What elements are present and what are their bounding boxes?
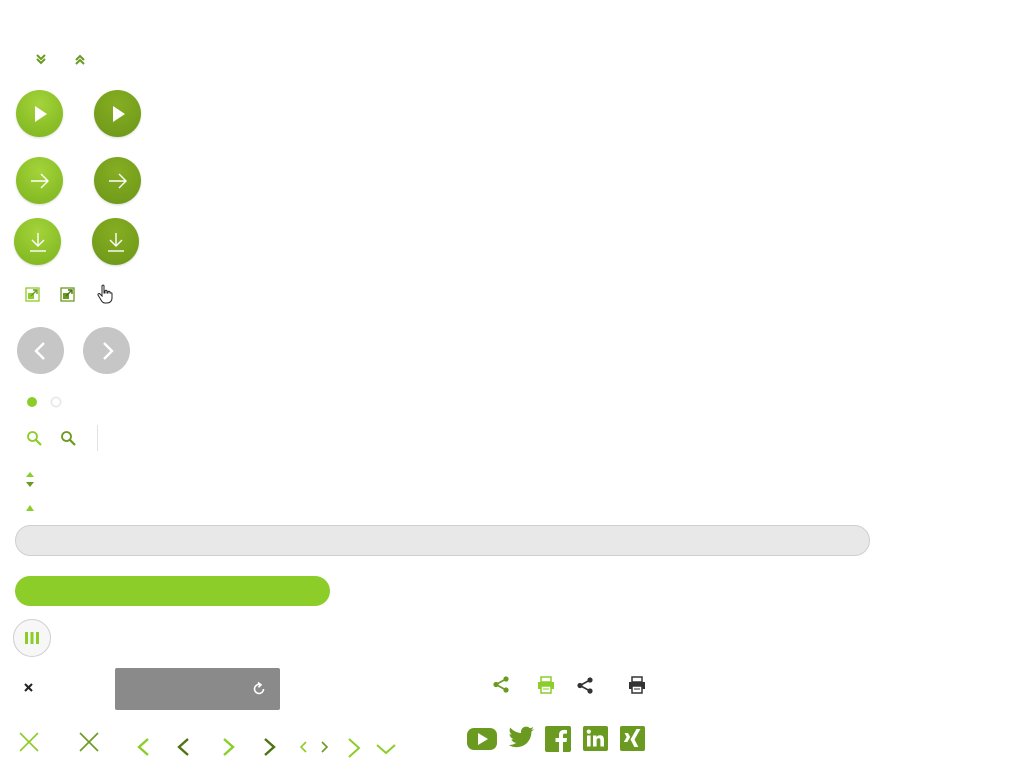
carousel-dot-active[interactable] [27,397,37,407]
external-link-icon[interactable] [25,287,40,302]
progress-track [15,525,870,556]
carousel-prev-button[interactable] [17,327,64,374]
arrow-button-light[interactable] [16,157,63,204]
youtube-icon[interactable] [466,727,498,751]
chevron-left-icon[interactable] [175,737,191,757]
play-icon [34,105,47,122]
loading-bar [115,668,280,710]
pause-button[interactable] [13,619,51,657]
carousel-next-button[interactable] [83,327,130,374]
print-icon[interactable] [537,676,555,694]
external-link-icon[interactable] [60,287,75,302]
chevron-right-icon[interactable] [262,737,278,757]
xing-icon[interactable] [620,726,645,751]
chevron-left-icon[interactable] [135,737,151,757]
chevron-left-icon [33,341,45,360]
close-icon[interactable] [18,731,40,753]
facebook-icon[interactable] [545,726,571,752]
print-icon[interactable] [628,676,646,694]
play-button-dark[interactable] [94,90,141,137]
carousel-dot[interactable] [52,398,60,406]
download-icon [107,232,124,252]
chevron-down-icon[interactable] [375,742,397,756]
search-icon[interactable] [26,430,43,447]
play-button-light[interactable] [16,90,63,137]
arrow-right-icon [30,173,49,188]
sort-icon[interactable] [25,471,35,489]
divider [97,425,98,451]
chevron-right-icon[interactable] [221,737,237,757]
pause-icon [25,632,39,644]
double-chevron-up-icon[interactable] [74,54,86,66]
chevron-left-icon[interactable] [298,740,308,754]
twitter-icon[interactable] [507,726,535,750]
search-icon[interactable] [60,430,77,447]
play-icon [112,105,125,122]
share-icon[interactable] [576,676,595,695]
download-button-dark[interactable] [92,218,139,265]
linkedin-icon[interactable] [583,726,608,751]
close-icon[interactable] [23,682,34,693]
arrow-right-icon [108,173,127,188]
progress-bar-fill [15,576,330,606]
download-button-light[interactable] [14,218,61,265]
reload-icon[interactable] [251,681,267,697]
close-icon[interactable] [78,731,100,753]
sort-up-icon[interactable] [25,503,35,513]
hand-cursor-icon [97,284,113,304]
chevron-right-icon[interactable] [320,740,330,754]
arrow-button-dark[interactable] [94,157,141,204]
chevron-right-icon[interactable] [346,737,362,759]
double-chevron-down-icon[interactable] [35,53,47,65]
download-icon [29,232,46,252]
chevron-right-icon [102,341,114,360]
share-icon[interactable] [492,675,511,694]
